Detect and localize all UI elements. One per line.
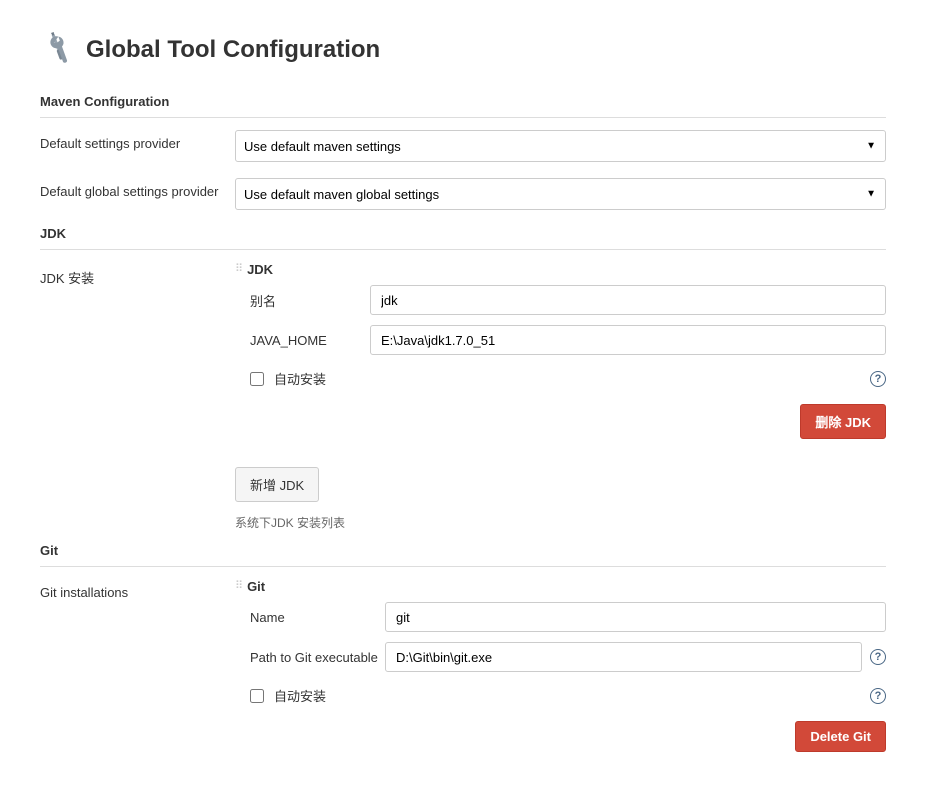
git-path-input[interactable]	[385, 642, 862, 672]
jdk-javahome-label: JAVA_HOME	[235, 333, 370, 348]
wrench-screwdriver-icon	[40, 30, 76, 69]
drag-handle-icon[interactable]: ⠿	[235, 264, 241, 275]
jdk-javahome-row: JAVA_HOME	[235, 325, 886, 355]
delete-git-button[interactable]: Delete Git	[795, 721, 886, 752]
help-icon[interactable]: ?	[870, 371, 886, 387]
git-section-title: Git	[40, 543, 886, 558]
divider	[40, 249, 886, 250]
jdk-sub-header-label: JDK	[247, 262, 273, 277]
jdk-autoinstall-label: 自动安装	[274, 369, 326, 388]
page-title: Global Tool Configuration	[86, 36, 380, 64]
jdk-install-row: JDK 安装 ⠿ JDK 别名 JAVA_HOME 自动安装 ?	[40, 262, 886, 447]
jdk-javahome-input[interactable]	[370, 325, 886, 355]
help-icon[interactable]: ?	[870, 688, 886, 704]
default-settings-label: Default settings provider	[40, 130, 235, 151]
maven-default-global-row: Default global settings provider Use def…	[40, 178, 886, 210]
git-sub-header-label: Git	[247, 579, 265, 594]
add-jdk-button[interactable]: 新增 JDK	[235, 467, 319, 502]
jdk-autoinstall-row: 自动安装 ?	[235, 369, 886, 388]
git-name-label: Name	[235, 610, 385, 625]
maven-default-settings-row: Default settings provider Use default ma…	[40, 130, 886, 162]
jdk-alias-label: 别名	[235, 291, 370, 310]
git-name-row: Name	[235, 602, 886, 632]
git-autoinstall-checkbox[interactable]	[250, 689, 264, 703]
delete-jdk-button[interactable]: 删除 JDK	[800, 404, 886, 439]
git-sub-header: ⠿ Git	[235, 579, 886, 594]
git-installations-row: Git installations ⠿ Git Name Path to Git…	[40, 579, 886, 760]
jdk-install-label: JDK 安装	[40, 262, 235, 287]
page-header: Global Tool Configuration	[40, 30, 886, 69]
jdk-alias-input[interactable]	[370, 285, 886, 315]
jdk-sub-header: ⠿ JDK	[235, 262, 886, 277]
git-path-label: Path to Git executable	[235, 650, 385, 665]
maven-section-title: Maven Configuration	[40, 94, 886, 109]
divider	[40, 117, 886, 118]
jdk-alias-row: 别名	[235, 285, 886, 315]
default-global-select[interactable]: Use default maven global settings	[235, 178, 886, 210]
drag-handle-icon[interactable]: ⠿	[235, 581, 241, 592]
jdk-section-title: JDK	[40, 226, 886, 241]
jdk-list-hint: 系统下JDK 安装列表	[235, 514, 886, 531]
git-installations-label: Git installations	[40, 579, 235, 600]
git-name-input[interactable]	[385, 602, 886, 632]
default-settings-select[interactable]: Use default maven settings	[235, 130, 886, 162]
git-autoinstall-label: 自动安装	[274, 686, 326, 705]
divider	[40, 566, 886, 567]
help-icon[interactable]: ?	[870, 649, 886, 665]
jdk-autoinstall-checkbox[interactable]	[250, 372, 264, 386]
git-path-row: Path to Git executable ?	[235, 642, 886, 672]
default-global-label: Default global settings provider	[40, 178, 235, 199]
git-autoinstall-row: 自动安装 ?	[235, 686, 886, 705]
